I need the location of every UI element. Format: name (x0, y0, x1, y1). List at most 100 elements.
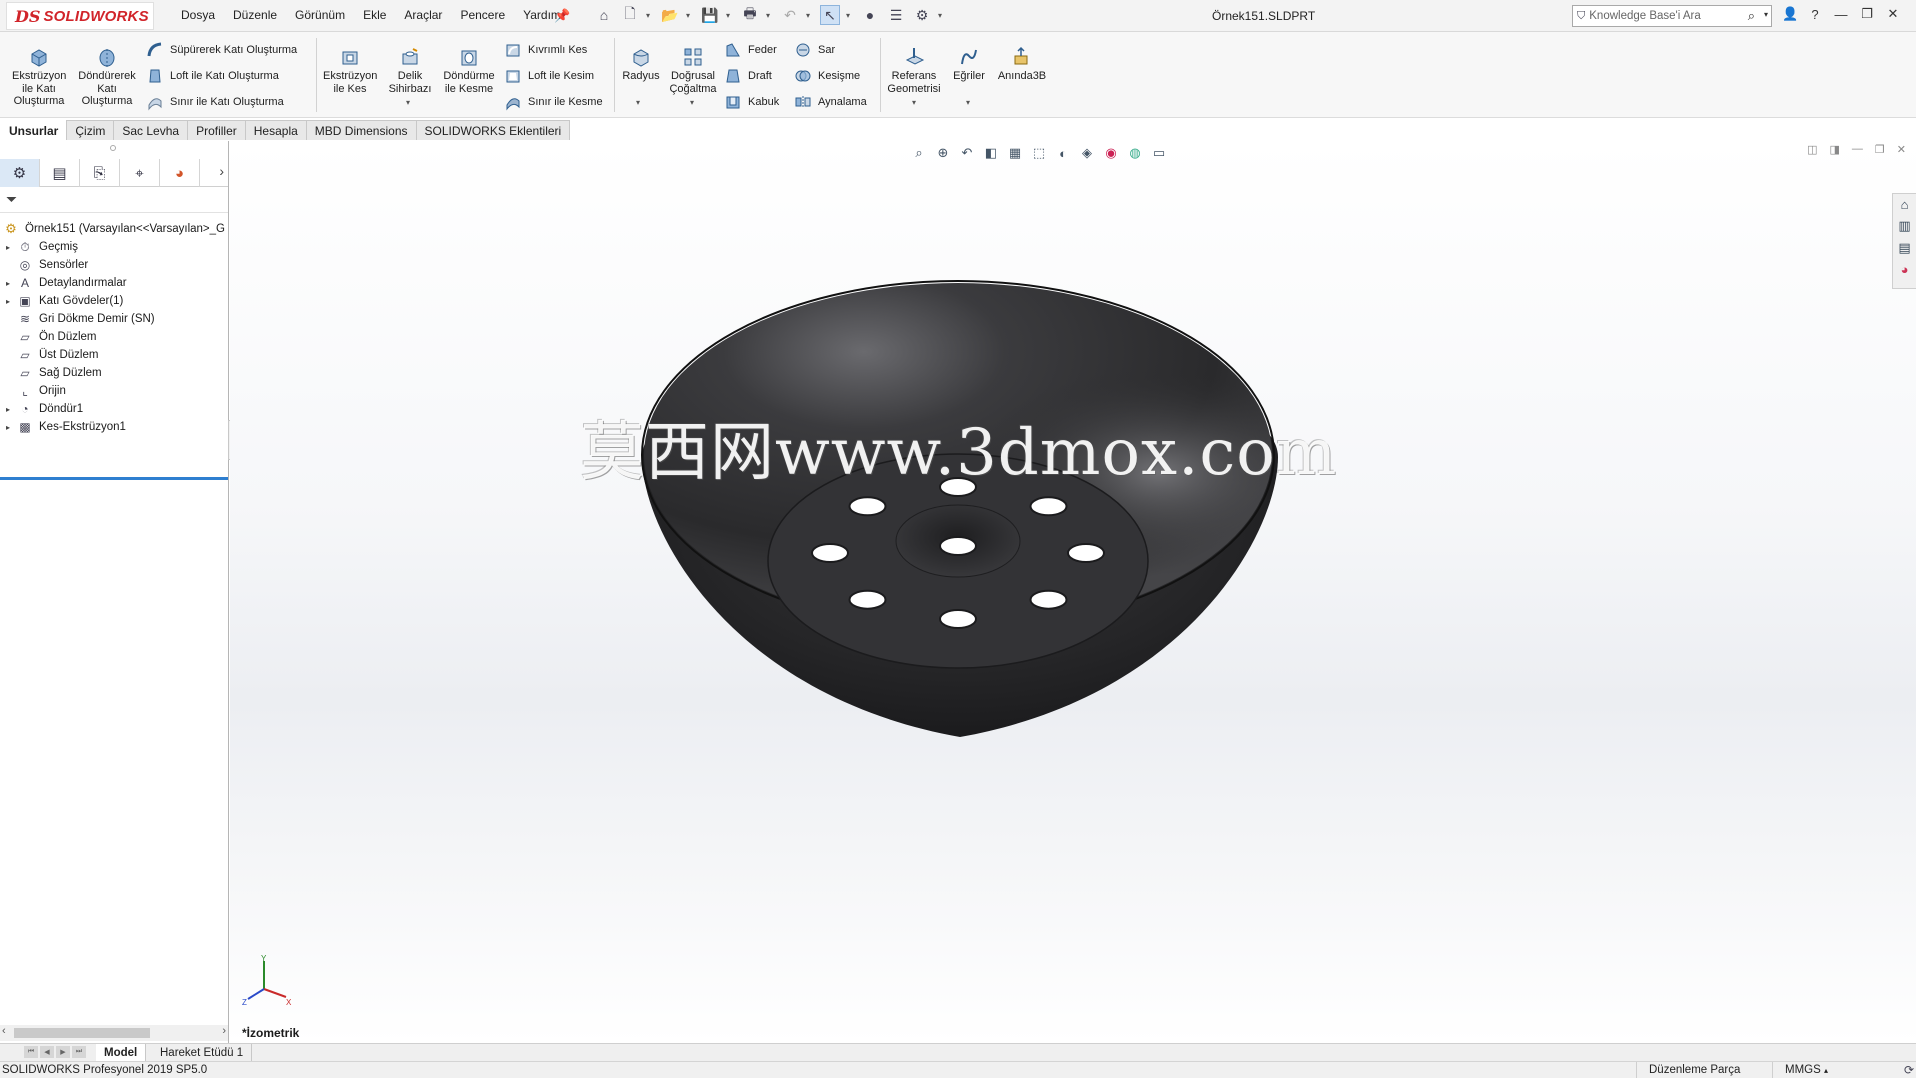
reference-geometry-button[interactable]: Referans Geometrisi (882, 46, 946, 95)
fillet-button[interactable]: Radyus (616, 46, 666, 83)
swept-boss-button[interactable]: Süpürerek Katı Oluşturma (146, 40, 297, 60)
previous-view-icon[interactable]: ↶ (958, 145, 976, 161)
home-icon[interactable]: ⌂ (594, 5, 614, 25)
expand-arrow-icon[interactable]: ▸ (0, 297, 16, 306)
hole-dropdown-icon[interactable]: ▾ (406, 98, 410, 107)
undo-dropdown-icon[interactable]: ▾ (806, 11, 814, 20)
tree-item[interactable]: ≋ Gri Dökme Demir (SN) (0, 309, 228, 329)
expand-arrow-icon[interactable]: ▸ (0, 243, 16, 252)
menu-window[interactable]: Pencere (451, 8, 514, 22)
view-orientation-icon[interactable]: ⬚ (1030, 145, 1048, 161)
viewport-restore-icon[interactable]: ❐ (1875, 143, 1885, 156)
lofted-cut-button[interactable]: Loft ile Kesim (504, 66, 594, 86)
chevron-right-icon[interactable]: › (219, 163, 224, 179)
panel-grip-handle[interactable] (110, 145, 116, 151)
apply-scene-icon[interactable]: ◍ (1126, 145, 1144, 161)
file-properties-icon[interactable]: ☰ (886, 5, 906, 25)
select-cursor-icon[interactable]: ↖ (820, 5, 840, 25)
extruded-boss-button[interactable]: Ekstrüzyon ile Katı Oluşturma (6, 46, 72, 108)
menu-edit[interactable]: Düzenle (224, 8, 286, 22)
curves-button[interactable]: Eğriler (946, 46, 992, 83)
rebuild-status-icon[interactable]: ⟳ (1904, 1063, 1914, 1077)
pattern-dropdown-icon[interactable]: ▾ (690, 98, 694, 107)
linear-pattern-button[interactable]: Doğrusal Çoğaltma (666, 46, 720, 95)
tab-features[interactable]: Unsurlar (0, 120, 68, 140)
collapse-right-icon[interactable]: ◨ (1830, 143, 1840, 156)
save-icon[interactable]: 💾 (700, 5, 720, 25)
search-icon[interactable]: ⌕ (1748, 8, 1755, 24)
menu-view[interactable]: Görünüm (286, 8, 354, 22)
viewport-close-icon[interactable]: ✕ (1897, 143, 1906, 156)
tree-item[interactable]: ▸ ◔ Döndür1 (0, 399, 228, 419)
menu-insert[interactable]: Ekle (354, 8, 395, 22)
display-manager-tab[interactable]: ◕ (160, 159, 200, 187)
tree-root-part[interactable]: ⚙ Örnek151 (Varsayılan<<Varsayılan>_G (0, 219, 228, 239)
instant3d-button[interactable]: Anında3B (994, 46, 1050, 83)
expand-arrow-icon[interactable]: ▸ (0, 279, 16, 288)
zoom-to-area-icon[interactable]: ⊕ (934, 145, 952, 161)
options-dropdown-icon[interactable]: ▾ (938, 11, 946, 20)
restore-icon[interactable]: ❐ (1860, 6, 1874, 22)
hide-show-items-icon[interactable]: ◈ (1078, 145, 1096, 161)
appearances-icon[interactable]: ◕ (1901, 262, 1909, 277)
intersect-button[interactable]: Kesişme (794, 66, 860, 86)
help-icon[interactable]: ? (1808, 7, 1822, 22)
tree-item[interactable]: ▱ Ön Düzlem (0, 327, 228, 347)
save-dropdown-icon[interactable]: ▾ (726, 11, 734, 20)
rib-button[interactable]: Feder (724, 40, 777, 60)
print-icon[interactable]: 🖶 (740, 5, 760, 25)
rollback-bar[interactable] (0, 477, 228, 480)
solidworks-logo[interactable]: DS SOLIDWORKS (6, 2, 154, 30)
first-tab-icon[interactable]: ⏮ (24, 1046, 38, 1058)
next-tab-icon[interactable]: ▶ (56, 1046, 70, 1058)
search-dropdown-icon[interactable]: ▾ (1764, 10, 1768, 19)
feature-manager-tab[interactable]: ⚙ (0, 159, 40, 187)
user-account-icon[interactable]: 👤 (1782, 6, 1798, 22)
ref-geometry-dropdown-icon[interactable]: ▾ (912, 98, 916, 107)
dimxpert-manager-tab[interactable]: ⌖ (120, 159, 160, 187)
print-dropdown-icon[interactable]: ▾ (766, 11, 774, 20)
undo-icon[interactable]: ↶ (780, 5, 800, 25)
revolved-cut-button[interactable]: Döndürme ile Kesme (438, 46, 500, 95)
configuration-manager-tab[interactable]: ⎘ (80, 159, 120, 187)
tab-motion-study[interactable]: Hareket Etüdü 1 (152, 1044, 253, 1061)
panel-horizontal-scrollbar[interactable]: ‹ › (0, 1025, 228, 1041)
dynamic-annotation-icon[interactable]: ▦ (1006, 145, 1024, 161)
tree-item[interactable]: ▱ Sağ Düzlem (0, 363, 228, 383)
knowledge-base-search[interactable]: ⛉ Knowledge Base'i Ara ⌕ ▾ (1572, 5, 1772, 27)
boundary-cut-button[interactable]: Sınır ile Kesme (504, 92, 603, 112)
scrollbar-thumb[interactable] (14, 1028, 150, 1038)
tree-item[interactable]: ◎ Sensörler (0, 255, 228, 275)
file-explorer-icon[interactable]: ▤ (1898, 240, 1910, 256)
open-dropdown-icon[interactable]: ▾ (686, 11, 694, 20)
extruded-cut-button[interactable]: Ekstrüzyon ile Kes (318, 46, 382, 95)
expand-arrow-icon[interactable]: ▸ (0, 405, 16, 414)
menu-tools[interactable]: Araçlar (395, 8, 451, 22)
tab-evaluate[interactable]: Hesapla (244, 120, 307, 140)
design-library-icon[interactable]: ▥ (1898, 218, 1910, 234)
graphics-area[interactable]: 莫西网www.3dmox.com ⌕ ⊕ ↶ ◧ ▦ ⬚ ◐ ◈ ◉ ◍ ▭ ◫… (230, 141, 1916, 1043)
model-bowl[interactable] (230, 141, 1916, 1043)
tab-sheet-metal[interactable]: Sac Levha (113, 120, 189, 140)
tab-weldments[interactable]: Profiller (187, 120, 246, 140)
shell-button[interactable]: Kabuk (724, 92, 779, 112)
traffic-light-icon[interactable]: ● (860, 5, 880, 25)
edit-appearance-icon[interactable]: ◉ (1102, 145, 1120, 161)
new-document-icon[interactable]: 🗋 (620, 5, 640, 25)
tree-item[interactable]: ▸ ▣ Katı Gövdeler(1) (0, 291, 228, 311)
section-view-icon[interactable]: ◧ (982, 145, 1000, 161)
tab-addins[interactable]: SOLIDWORKS Eklentileri (415, 120, 571, 140)
hole-wizard-button[interactable]: Delik Sihirbazı (384, 46, 436, 95)
solidworks-resources-icon[interactable]: ⌂ (1901, 197, 1909, 212)
pin-menu-icon[interactable]: 📌 (554, 8, 570, 23)
tree-item[interactable]: ▸ A Detaylandırmalar (0, 273, 228, 293)
expand-arrow-icon[interactable]: ▸ (0, 423, 16, 432)
viewport-minimize-icon[interactable]: — (1852, 143, 1863, 156)
unit-system-selector[interactable]: MMGS ▴ (1772, 1062, 1892, 1078)
menu-file[interactable]: Dosya (172, 8, 224, 22)
zoom-to-fit-icon[interactable]: ⌕ (910, 145, 928, 161)
draft-button[interactable]: Draft (724, 66, 772, 86)
mirror-button[interactable]: Aynalama (794, 92, 867, 112)
scroll-left-icon[interactable]: ‹ (2, 1025, 6, 1037)
tab-sketch[interactable]: Çizim (66, 120, 115, 140)
